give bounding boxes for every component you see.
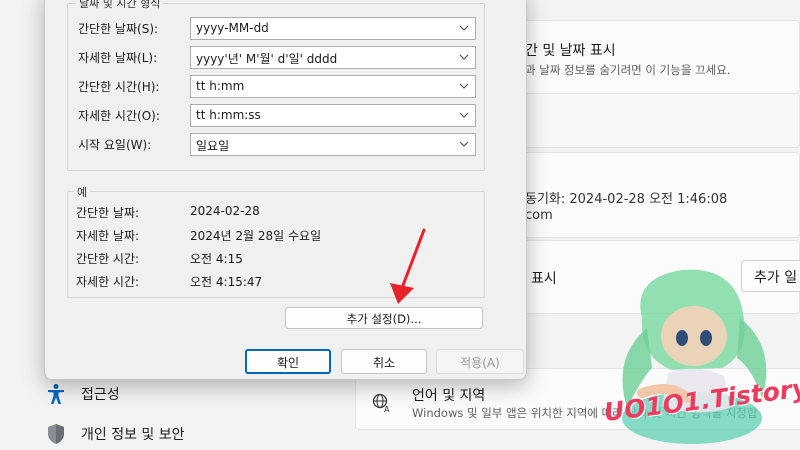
- chevron-down-icon: [459, 25, 469, 31]
- long-time-combo[interactable]: tt h:mm:ss: [190, 104, 476, 127]
- short-time-row: 간단한 시간(H): tt h:mm: [78, 75, 476, 98]
- long-time-label: 자세한 시간(O):: [78, 109, 160, 123]
- svg-text:A: A: [384, 405, 390, 413]
- shield-icon: [45, 423, 67, 445]
- long-date-row: 자세한 날짜(L): yyyy'년' M'월' d'일' dddd: [78, 46, 476, 69]
- red-arrow-annotation: [390, 228, 426, 304]
- date-time-format-legend: 날짜 및 시간 형식: [76, 0, 164, 11]
- additional-clocks-label: 표시: [531, 271, 557, 287]
- accessibility-icon: [45, 383, 67, 405]
- first-day-value: 일요일: [196, 139, 230, 153]
- time-sync-card: 동기화: 2024-02-28 오전 1:46:08 com: [512, 152, 800, 238]
- first-day-combo[interactable]: 일요일: [190, 133, 476, 156]
- chevron-down-icon: [459, 141, 469, 147]
- short-time-label: 간단한 시간(H):: [78, 80, 160, 94]
- hide-time-date-card[interactable]: 간 및 날짜 표시 과 날짜 정보를 숨기려면 이 기능을 끄세요.: [512, 20, 800, 94]
- time-server-text: com: [525, 208, 553, 223]
- sidebar-item-privacy[interactable]: 개인 정보 및 보안: [45, 423, 185, 445]
- example-legend: 예: [74, 184, 91, 200]
- short-date-row: 간단한 날짜(S): yyyy-MM-dd: [78, 17, 476, 40]
- hide-time-date-title: 간 및 날짜 표시: [525, 43, 616, 59]
- example-long-date-value: 2024년 2월 28일 수요일: [190, 229, 322, 243]
- short-time-value: tt h:mm: [196, 79, 245, 93]
- long-date-combo[interactable]: yyyy'년' M'월' d'일' dddd: [190, 46, 476, 69]
- additional-settings-button[interactable]: 추가 설정(D)...: [285, 307, 483, 329]
- chevron-down-icon: [459, 112, 469, 118]
- blank-card: [512, 94, 800, 148]
- long-time-value: tt h:mm:ss: [196, 108, 261, 122]
- example-row: 자세한 시간: 오전 4:15:47: [76, 273, 262, 290]
- language-region-icon: A: [372, 393, 392, 417]
- example-short-time-value: 오전 4:15: [190, 252, 243, 266]
- example-short-date-label: 간단한 날짜:: [76, 206, 140, 220]
- language-region-title: 언어 및 지역: [412, 388, 486, 404]
- example-short-time-label: 간단한 시간:: [76, 252, 140, 266]
- short-date-combo[interactable]: yyyy-MM-dd: [190, 17, 476, 40]
- last-sync-text: 동기화: 2024-02-28 오전 1:46:08: [525, 192, 728, 207]
- example-row: 간단한 시간: 오전 4:15: [76, 250, 243, 267]
- long-date-value: yyyy'년' M'월' d'일' dddd: [196, 52, 338, 66]
- date-time-format-group: 날짜 및 시간 형식 간단한 날짜(S): yyyy-MM-dd 자세한 날짜(…: [67, 0, 485, 171]
- long-date-label: 자세한 날짜(L):: [78, 51, 158, 65]
- example-row: 자세한 날짜: 2024년 2월 28일 수요일: [76, 227, 321, 244]
- hide-time-date-desc: 과 날짜 정보를 숨기려면 이 기능을 끄세요.: [525, 63, 731, 77]
- short-time-combo[interactable]: tt h:mm: [190, 75, 476, 98]
- example-long-time-value: 오전 4:15:47: [190, 275, 263, 289]
- first-day-row: 시작 요일(W): 일요일: [78, 133, 476, 156]
- sidebar-item-accessibility[interactable]: 접근성: [45, 383, 120, 405]
- example-row: 간단한 날짜: 2024-02-28: [76, 204, 260, 221]
- first-day-label: 시작 요일(W):: [78, 138, 152, 152]
- short-date-value: yyyy-MM-dd: [196, 21, 269, 35]
- sidebar-item-accessibility-label: 접근성: [81, 387, 120, 403]
- chevron-down-icon: [459, 83, 469, 89]
- cancel-button[interactable]: 취소: [341, 349, 427, 374]
- customize-format-dialog: 날짜 및 시간 형식 간단한 날짜(S): yyyy-MM-dd 자세한 날짜(…: [44, 0, 527, 380]
- sidebar-item-privacy-label: 개인 정보 및 보안: [81, 427, 185, 443]
- short-date-label: 간단한 날짜(S):: [78, 22, 159, 36]
- example-short-date-value: 2024-02-28: [190, 204, 260, 218]
- example-long-time-label: 자세한 시간:: [76, 275, 140, 289]
- ok-button[interactable]: 확인: [245, 349, 331, 374]
- chevron-down-icon: [459, 54, 469, 60]
- long-time-row: 자세한 시간(O): tt h:mm:ss: [78, 104, 476, 127]
- example-long-date-label: 자세한 날짜:: [76, 229, 140, 243]
- apply-button[interactable]: 적용(A): [436, 349, 524, 374]
